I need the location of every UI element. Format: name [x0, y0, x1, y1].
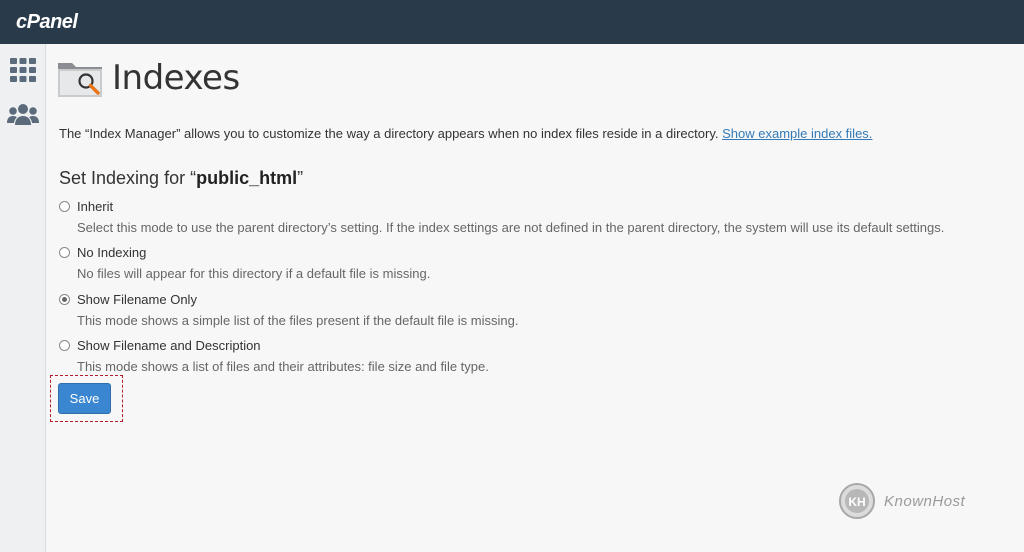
no-indexing-radio[interactable]: [59, 247, 70, 258]
cpanel-logo[interactable]: cPanel: [16, 11, 78, 34]
svg-text:KH: KH: [848, 495, 865, 509]
option-label[interactable]: Inherit: [77, 199, 113, 214]
show-filename-description-radio[interactable]: [59, 340, 70, 351]
set-indexing-heading: Set Indexing for “public_html”: [59, 168, 304, 188]
show-filename-only-radio[interactable]: [59, 294, 70, 305]
grid-icon[interactable]: [6, 53, 40, 87]
option-no-indexing: No Indexing No files will appear for thi…: [59, 245, 430, 281]
watermark-text: KnownHost: [884, 492, 966, 510]
page-description: The “Index Manager” allows you to custom…: [59, 126, 872, 141]
option-description: Select this mode to use the parent direc…: [77, 220, 945, 235]
description-text: The “Index Manager” allows you to custom…: [59, 126, 719, 141]
option-show-filename-only: Show Filename Only This mode shows a sim…: [59, 292, 518, 328]
sidebar: [0, 44, 46, 552]
option-description: No files will appear for this directory …: [77, 266, 431, 281]
inherit-radio[interactable]: [59, 201, 70, 212]
option-description: This mode shows a simple list of the fil…: [77, 313, 519, 328]
users-icon[interactable]: [6, 97, 40, 131]
save-button[interactable]: Save: [58, 383, 111, 414]
top-bar: cPanel: [0, 0, 1024, 44]
knownhost-watermark: KH KnownHost: [838, 482, 965, 520]
save-highlight-box: Save: [50, 375, 123, 422]
option-label[interactable]: Show Filename and Description: [77, 338, 261, 353]
option-label[interactable]: No Indexing: [77, 245, 146, 260]
main-content: Indexes The “Index Manager” allows you t…: [47, 44, 1024, 552]
page-title: Indexes: [112, 58, 240, 98]
option-description: This mode shows a list of files and thei…: [77, 359, 489, 374]
show-example-link[interactable]: Show example index files.: [722, 126, 872, 141]
page-header: Indexes: [58, 58, 240, 98]
option-inherit: Inherit Select this mode to use the pare…: [59, 199, 944, 235]
folder-search-icon: [58, 63, 102, 97]
knownhost-logo-icon: KH: [839, 483, 875, 519]
directory-name: public_html: [196, 168, 298, 188]
option-show-filename-description: Show Filename and Description This mode …: [59, 338, 489, 374]
option-label[interactable]: Show Filename Only: [77, 292, 197, 307]
